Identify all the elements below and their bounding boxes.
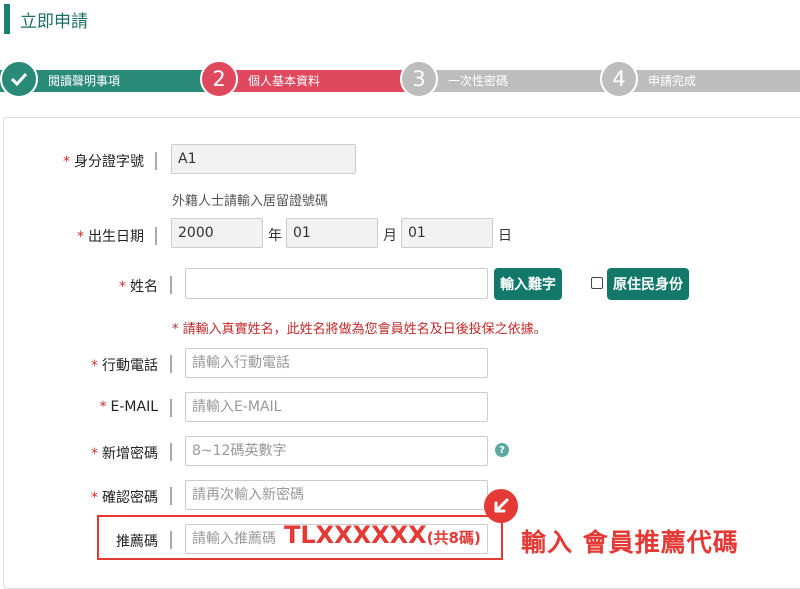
confirm-password-label: * 確認密碼 <box>91 487 158 507</box>
birthday-label-text: 出生日期 <box>88 229 144 245</box>
birth-day-input[interactable] <box>401 218 493 248</box>
aboriginal-checkbox[interactable] <box>591 277 603 289</box>
required-mark: * <box>77 229 84 245</box>
name-label-text: 姓名 <box>130 279 158 295</box>
birth-year-input[interactable] <box>171 218 263 248</box>
year-unit: 年 <box>268 228 282 244</box>
label-separator <box>155 152 157 170</box>
email-label: * E-MAIL <box>100 399 158 415</box>
step-2-label: 個人基本資料 <box>248 74 321 88</box>
required-mark: * <box>119 279 126 295</box>
step-2-number: 2 <box>200 60 238 98</box>
step-4-bar <box>610 70 800 92</box>
id-number-label-text: 身分證字號 <box>74 154 144 170</box>
title-accent-bar <box>4 4 10 34</box>
name-input[interactable] <box>185 268 488 299</box>
required-mark: * <box>99 399 107 415</box>
arrow-down-left-icon <box>484 489 518 523</box>
label-separator <box>170 355 172 373</box>
name-warning: * 請輸入真實姓名，此姓名將做為您會員姓名及日後投保之依據。 <box>172 322 547 337</box>
rare-char-button[interactable]: 輸入難字 <box>494 268 562 300</box>
day-unit: 日 <box>498 228 512 244</box>
code-note: (共8碼) <box>426 529 481 547</box>
confirm-password-label-text: 確認密碼 <box>102 490 158 506</box>
mobile-input[interactable] <box>185 348 488 378</box>
page-title: 立即申請 <box>20 12 88 32</box>
step-3-label: 一次性密碼 <box>448 74 509 88</box>
required-mark: * <box>91 446 98 462</box>
email-input[interactable] <box>185 392 488 422</box>
step-1-check-icon <box>0 60 38 98</box>
label-separator <box>170 443 172 461</box>
mobile-label: * 行動電話 <box>91 355 158 375</box>
required-mark: * <box>91 358 98 374</box>
label-separator <box>170 399 172 417</box>
code-text: TLXXXXXX <box>284 521 427 549</box>
step-4-number: 4 <box>600 60 638 98</box>
label-separator <box>155 227 157 245</box>
referral-code-example: TLXXXXXX(共8碼) <box>284 521 481 549</box>
step-3-bar <box>410 70 610 92</box>
page-header: 立即申請 <box>0 0 800 40</box>
help-icon[interactable]: ? <box>495 443 509 457</box>
id-number-input[interactable] <box>171 144 356 174</box>
required-mark: * <box>91 490 98 506</box>
name-label: * 姓名 <box>119 276 158 296</box>
mobile-label-text: 行動電話 <box>102 358 158 374</box>
aboriginal-label[interactable]: 原住民身份 <box>607 268 689 300</box>
label-separator <box>170 487 172 505</box>
id-number-hint: 外籍人士請輸入居留證號碼 <box>172 194 329 209</box>
step-3-number: 3 <box>400 60 438 98</box>
birth-month-input[interactable] <box>286 218 378 248</box>
month-unit: 月 <box>383 228 397 244</box>
email-label-text: E-MAIL <box>110 399 158 415</box>
confirm-password-input[interactable] <box>185 480 488 510</box>
password-label: * 新增密碼 <box>91 443 158 463</box>
password-input[interactable] <box>185 436 488 466</box>
id-number-label: * 身分證字號 <box>63 151 144 171</box>
required-mark: * <box>63 154 70 170</box>
birthday-label: * 出生日期 <box>77 226 144 246</box>
label-separator <box>170 276 172 294</box>
progress-stepper: 閱讀聲明事項 2 個人基本資料 3 一次性密碼 4 申請完成 <box>0 60 800 102</box>
password-label-text: 新增密碼 <box>102 446 158 462</box>
step-1-label: 閱讀聲明事項 <box>48 74 121 88</box>
referral-annotation: 輸入 會員推薦代碼 <box>521 528 739 557</box>
step-4-label: 申請完成 <box>648 74 697 88</box>
